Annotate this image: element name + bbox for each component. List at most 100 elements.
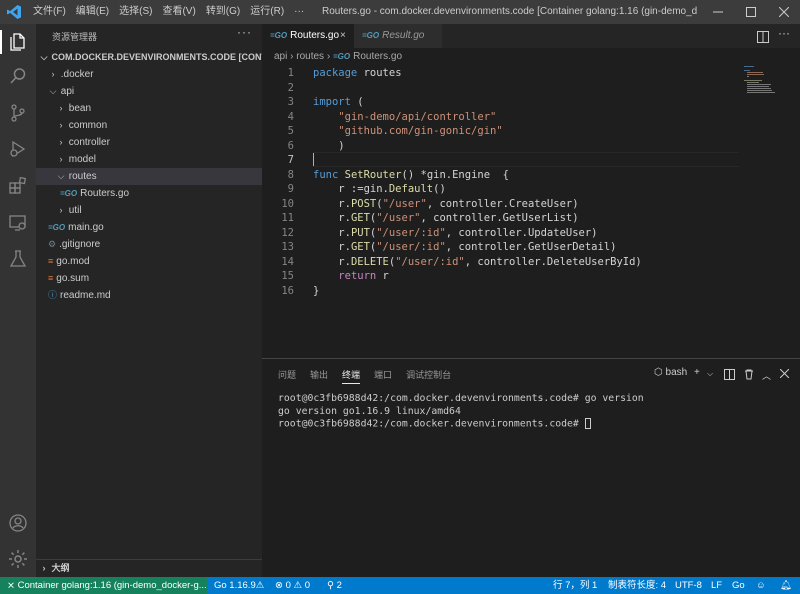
end-of-line[interactable]: LF: [711, 577, 722, 594]
code-line: import (: [313, 96, 364, 108]
menu-file[interactable]: 文件(F): [28, 6, 71, 17]
menu-more[interactable]: ···: [289, 6, 309, 17]
tree-item-label: .docker: [60, 69, 94, 80]
editor-more-icon[interactable]: ···: [778, 26, 790, 40]
new-terminal-icon[interactable]: +: [694, 367, 700, 378]
menu-edit[interactable]: 编辑(E): [71, 6, 114, 17]
ports-count: 2: [336, 580, 342, 591]
tab-terminal[interactable]: 终端: [342, 370, 361, 384]
tab-result-go[interactable]: =GO Result.go: [354, 24, 442, 48]
warning-icon: ⚠: [255, 580, 265, 591]
tree-item-main-go[interactable]: =GO main.go: [36, 219, 262, 236]
breadcrumb-file[interactable]: Routers.go: [353, 51, 402, 62]
chevron-down-icon: ⌵: [49, 86, 57, 96]
tree-item-readme[interactable]: ⓘ readme.md: [36, 287, 262, 304]
code-line: r.POST("/user", controller.CreateUser): [313, 197, 579, 210]
shell-label: bash: [665, 367, 688, 378]
encoding[interactable]: UTF-8: [675, 577, 702, 594]
chevron-down-icon: ⌵: [40, 52, 48, 62]
line-number: 5: [287, 125, 294, 137]
breadcrumb-api[interactable]: api: [274, 51, 287, 62]
search-icon[interactable]: [6, 64, 30, 88]
tree-item-docker[interactable]: › .docker: [36, 66, 262, 83]
cursor-position[interactable]: 行 7，列 1: [553, 577, 597, 594]
account-icon[interactable]: [6, 511, 30, 535]
chevron-right-icon: ›: [59, 137, 63, 147]
close-panel-icon[interactable]: [779, 368, 790, 381]
testing-icon[interactable]: [6, 247, 30, 271]
window-title: Routers.go - com.docker.devenvironments.…: [322, 6, 697, 17]
code-line: r.GET("/user/:id", controller.GetUserDet…: [313, 241, 617, 253]
tree-item-routes[interactable]: ⌵ routes: [36, 168, 262, 185]
tree-item-controller[interactable]: › controller: [36, 134, 262, 151]
split-terminal-icon[interactable]: [724, 369, 735, 383]
tree-item-common[interactable]: › common: [36, 117, 262, 134]
text-cursor: [313, 153, 314, 166]
line-number: 1: [287, 67, 294, 79]
tree-item-label: util: [68, 205, 82, 216]
tree-item-go-sum[interactable]: ≡ go.sum: [36, 270, 262, 287]
chevron-up-icon[interactable]: ︿: [762, 369, 771, 382]
tab-output[interactable]: 输出: [310, 370, 328, 383]
tree-item-bean[interactable]: › bean: [36, 100, 262, 117]
tree-item-label: Routers.go: [80, 188, 130, 199]
breadcrumb-routes[interactable]: routes: [296, 51, 324, 62]
problems-status[interactable]: ⊗ 0 ⚠ 0: [275, 577, 310, 594]
warning-count: 0: [304, 580, 311, 591]
minimap[interactable]: [744, 66, 784, 126]
remote-indicator[interactable]: ⨯ Container golang:1.16 (gin-demo_docker…: [0, 577, 207, 594]
tree-item-go-mod[interactable]: ≡ go.mod: [36, 253, 262, 270]
bell-icon[interactable]: 🔔︎: [780, 577, 792, 594]
ports-status[interactable]: ⚲ 2: [327, 577, 342, 594]
outline-section[interactable]: › 大纲: [36, 559, 262, 577]
remote-explorer-icon[interactable]: [6, 211, 30, 235]
source-control-icon[interactable]: [6, 101, 30, 125]
extensions-icon[interactable]: [6, 174, 30, 198]
shell-selector[interactable]: ⬡ bash: [654, 367, 687, 378]
close-window-button[interactable]: [767, 0, 800, 24]
language-mode[interactable]: Go: [732, 577, 745, 594]
chevron-right-icon: ›: [51, 69, 55, 79]
line-number: 12: [281, 226, 294, 239]
menu-selection[interactable]: 选择(S): [114, 6, 157, 17]
menu-go[interactable]: 转到(G): [201, 6, 245, 17]
tab-label: Result.go: [382, 30, 425, 41]
restore-button[interactable]: [734, 0, 767, 24]
panel-tabs: 问题 输出 终端 端口 调试控制台: [278, 368, 465, 384]
run-debug-icon[interactable]: [6, 137, 30, 161]
tab-size[interactable]: 制表符长度: 4: [608, 577, 666, 594]
tree-item-label: common: [68, 120, 108, 131]
minimize-button[interactable]: [701, 0, 734, 24]
trash-icon[interactable]: [744, 369, 754, 383]
tab-routers-go[interactable]: =GO Routers.go ×: [262, 24, 354, 48]
workspace-root[interactable]: ⌵ COM.DOCKER.DEVENVIRONMENTS.CODE [CONTA…: [36, 48, 262, 66]
tab-problems[interactable]: 问题: [278, 370, 296, 383]
tree-item-api[interactable]: ⌵ api: [36, 83, 262, 100]
terminal-output[interactable]: root@0c3fb6988d42:/com.docker.devenviron…: [278, 393, 644, 431]
activity-bar: [0, 24, 36, 577]
tab-ports[interactable]: 端口: [374, 370, 392, 383]
settings-gear-icon[interactable]: [6, 547, 30, 571]
code-editor[interactable]: 1 2 3 4 5 6 7 8 9 10 11 12 13 14 15 16 package routes i…: [262, 66, 800, 358]
explorer-icon[interactable]: [6, 30, 30, 54]
menu-view[interactable]: 查看(V): [157, 6, 200, 17]
chevron-right-icon: ›: [290, 51, 294, 62]
code-line: r.GET("/user", controller.GetUserList): [313, 212, 579, 224]
tree-item-label: go.mod: [56, 256, 90, 267]
workspace-root-label: COM.DOCKER.DEVENVIRONMENTS.CODE [CONTAI.…: [51, 52, 262, 62]
code-line: package routes: [313, 67, 402, 79]
tree-item-model[interactable]: › model: [36, 151, 262, 168]
tree-item-label: api: [60, 86, 75, 97]
tree-item-util[interactable]: › util: [36, 202, 262, 219]
tree-item-gitignore[interactable]: ⚙ .gitignore: [36, 236, 262, 253]
go-file-icon: =GO: [270, 31, 288, 40]
tree-item-routers-go[interactable]: =GO Routers.go: [36, 185, 262, 202]
feedback-icon[interactable]: ☺: [756, 577, 766, 594]
more-actions-icon[interactable]: ···: [237, 25, 252, 39]
go-version-status[interactable]: Go 1.16.9⚠: [214, 577, 264, 594]
split-editor-icon[interactable]: [757, 30, 769, 48]
menu-run[interactable]: 运行(R): [245, 6, 289, 17]
close-tab-icon[interactable]: ×: [340, 24, 346, 48]
tab-debug-console[interactable]: 调试控制台: [406, 370, 451, 383]
chevron-down-icon[interactable]: ⌵: [707, 369, 713, 379]
